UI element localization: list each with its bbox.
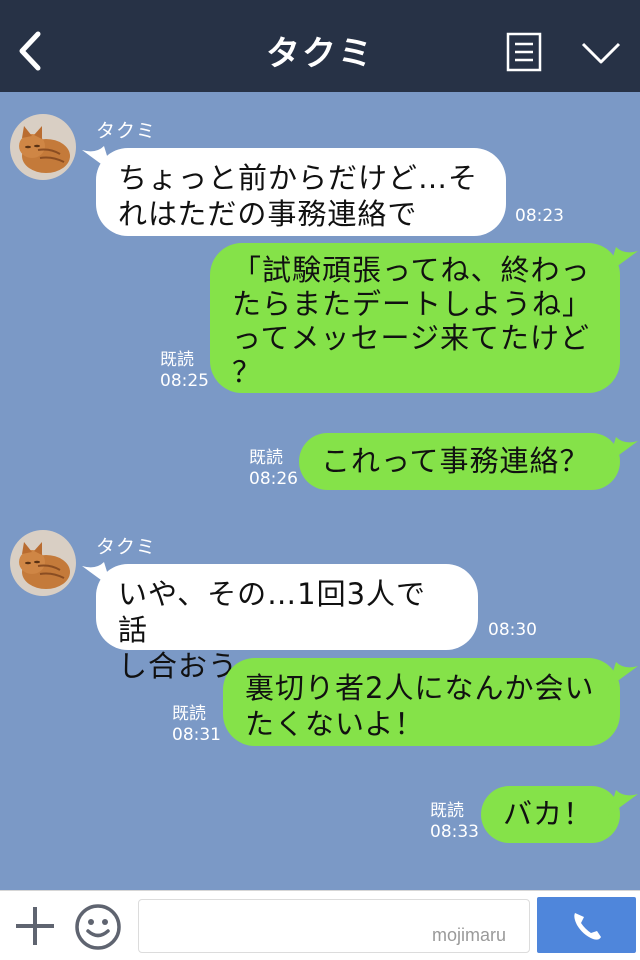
menu-icon xyxy=(506,32,542,72)
message-bubble-outgoing[interactable]: 裏切り者2人になんか会い たくないよ！ xyxy=(223,658,620,746)
message-meta: 既読 08:33 xyxy=(430,801,479,843)
avatar[interactable] xyxy=(10,114,76,180)
call-button[interactable] xyxy=(537,897,636,953)
chevron-down-icon xyxy=(581,42,621,64)
message-bubble-outgoing[interactable]: 「試験頑張ってね、終わっ たらまたデートしようね」 ってメッセージ来てたけど ？ xyxy=(210,243,620,393)
message-line: れはただの事務連絡で xyxy=(118,197,418,231)
phone-icon xyxy=(574,913,601,940)
message-line: バカ！ xyxy=(503,797,594,831)
message-meta: 既読 08:31 xyxy=(172,704,221,746)
message-meta: 既読 08:25 xyxy=(160,350,209,392)
message-line: ？ xyxy=(232,355,263,389)
message-time: 08:25 xyxy=(160,371,209,391)
read-receipt: 既読 xyxy=(160,350,194,370)
message-time: 08:33 xyxy=(430,822,479,842)
message-line: たくないよ！ xyxy=(245,707,425,741)
bubble-tail xyxy=(608,247,638,273)
chat-header: タクミ xyxy=(0,0,640,92)
message-meta: 既読 08:26 xyxy=(249,448,298,490)
watermark: mojimaru xyxy=(432,925,507,945)
message-time: 08:26 xyxy=(249,469,298,489)
menu-button[interactable] xyxy=(506,32,542,72)
expand-button[interactable] xyxy=(580,38,622,66)
read-receipt: 既読 xyxy=(172,704,206,724)
message-line: ってメッセージ来てたけど xyxy=(232,321,590,355)
message-composer: mojimaru xyxy=(0,890,640,960)
message-bubble-outgoing[interactable]: これって事務連絡？ xyxy=(299,433,620,490)
message-line: たらまたデートしようね」 xyxy=(232,287,593,321)
bubble-tail xyxy=(608,790,638,816)
add-button[interactable] xyxy=(14,905,56,947)
bubble-tail xyxy=(608,662,638,688)
message-time: 08:31 xyxy=(172,725,221,745)
message-line: これって事務連絡？ xyxy=(321,444,590,478)
bubble-tail xyxy=(608,437,638,463)
message-time: 08:23 xyxy=(515,206,564,226)
read-receipt: 既読 xyxy=(430,801,464,821)
cat-avatar-icon xyxy=(10,114,76,180)
message-line: 「試験頑張ってね、終わっ xyxy=(232,253,591,287)
message-line: 裏切り者2人になんか会い xyxy=(245,671,595,705)
message-bubble-incoming[interactable]: ちょっと前からだけど…そ れはただの事務連絡で xyxy=(96,148,506,236)
chat-title: タクミ xyxy=(266,34,374,74)
message-line: ちょっと前からだけど…そ xyxy=(118,161,479,195)
chat-area[interactable]: タクミ ちょっと前からだけど…そ れはただの事務連絡で 08:23 既読 08:… xyxy=(0,92,640,890)
avatar[interactable] xyxy=(10,530,76,596)
message-bubble-incoming[interactable]: いや、その…1回3人で話 し合おう xyxy=(96,564,478,683)
message-line: いや、その…1回3人で話 xyxy=(118,577,427,647)
emoji-button[interactable] xyxy=(74,903,122,951)
plus-icon xyxy=(16,907,54,945)
sender-name: タクミ xyxy=(96,536,157,558)
message-time: 08:30 xyxy=(488,620,537,640)
cat-avatar-icon xyxy=(10,530,76,596)
emoji-icon xyxy=(75,904,121,950)
sender-name: タクミ xyxy=(96,120,157,142)
read-receipt: 既読 xyxy=(249,448,283,468)
message-bubble-outgoing[interactable]: バカ！ xyxy=(481,786,620,843)
